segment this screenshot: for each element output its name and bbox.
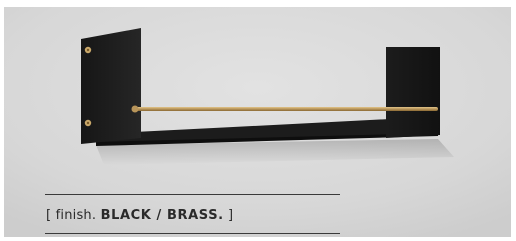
screw-icon xyxy=(86,48,90,52)
brass-rail xyxy=(136,107,438,111)
page: [ finish. BLACK / BRASS. ] xyxy=(0,0,516,241)
caption-finish-value: BLACK / BRASS. xyxy=(100,208,224,223)
caption-divider-top xyxy=(45,194,340,195)
product-image-frame: [ finish. BLACK / BRASS. ] xyxy=(4,7,511,237)
caption-label: finish. xyxy=(55,208,97,223)
caption-close-bracket: ] xyxy=(228,208,234,223)
finish-caption: [ finish. BLACK / BRASS. ] xyxy=(46,206,233,226)
shelf-right-panel xyxy=(386,47,440,138)
caption-open-bracket: [ xyxy=(46,208,52,223)
shelf-left-panel xyxy=(81,28,141,144)
screw-icon xyxy=(86,121,90,125)
shelf-product-photo xyxy=(4,7,511,237)
rail-end-cap xyxy=(131,105,139,113)
caption-divider-bottom xyxy=(45,233,340,234)
